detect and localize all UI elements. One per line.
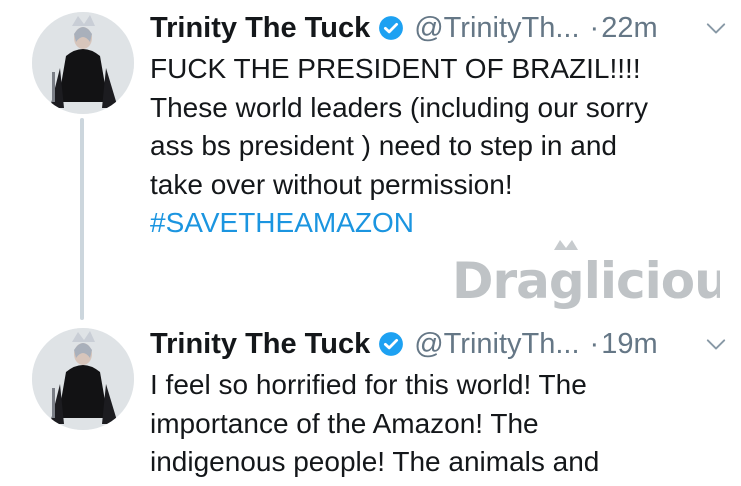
tweet-line: These world leaders (including our sorry — [150, 91, 648, 123]
avatar[interactable] — [32, 12, 134, 114]
hashtag-link[interactable]: #SAVETHEAMAZON — [150, 207, 414, 238]
display-name[interactable]: Trinity The Tuck — [150, 328, 370, 361]
tweet-line: indigenous people! The animals and — [150, 446, 600, 477]
watermark-logo: Draglicious — [450, 236, 720, 320]
tweet-line: importance of the Amazon! The — [150, 407, 539, 439]
chevron-down-icon[interactable] — [705, 17, 727, 39]
handle[interactable]: @TrinityTh... — [414, 12, 579, 45]
tweet-text: I feel so horrified for this world! The … — [150, 366, 730, 482]
handle[interactable]: @TrinityTh... — [414, 328, 579, 361]
verified-badge-icon — [378, 331, 404, 357]
display-name[interactable]: Trinity The Tuck — [150, 12, 370, 45]
tweet-text: FUCK THE PRESIDENT OF BRAZIL!!!! These w… — [150, 50, 730, 243]
timestamp[interactable]: 19m — [601, 328, 657, 361]
avatar[interactable] — [32, 328, 134, 430]
watermark-text: Draglicious — [452, 252, 720, 310]
tweet-header: Trinity The Tuck @TrinityTh... · 19m — [150, 324, 727, 364]
timestamp[interactable]: 22m — [601, 12, 657, 45]
separator-dot: · — [589, 11, 600, 44]
tweet-line: take over without permission! — [150, 168, 513, 200]
chevron-down-icon[interactable] — [705, 333, 727, 355]
thread-connector-line — [80, 118, 84, 320]
tweet-line: FUCK THE PRESIDENT OF BRAZIL!!!! — [150, 53, 641, 84]
verified-badge-icon — [378, 15, 404, 41]
tweet-line: ass bs president ) need to step in and — [150, 130, 617, 161]
tweet-line: I feel so horrified for this world! The — [150, 369, 587, 400]
separator-dot: · — [589, 327, 600, 360]
tweet-header: Trinity The Tuck @TrinityTh... · 22m — [150, 8, 727, 48]
